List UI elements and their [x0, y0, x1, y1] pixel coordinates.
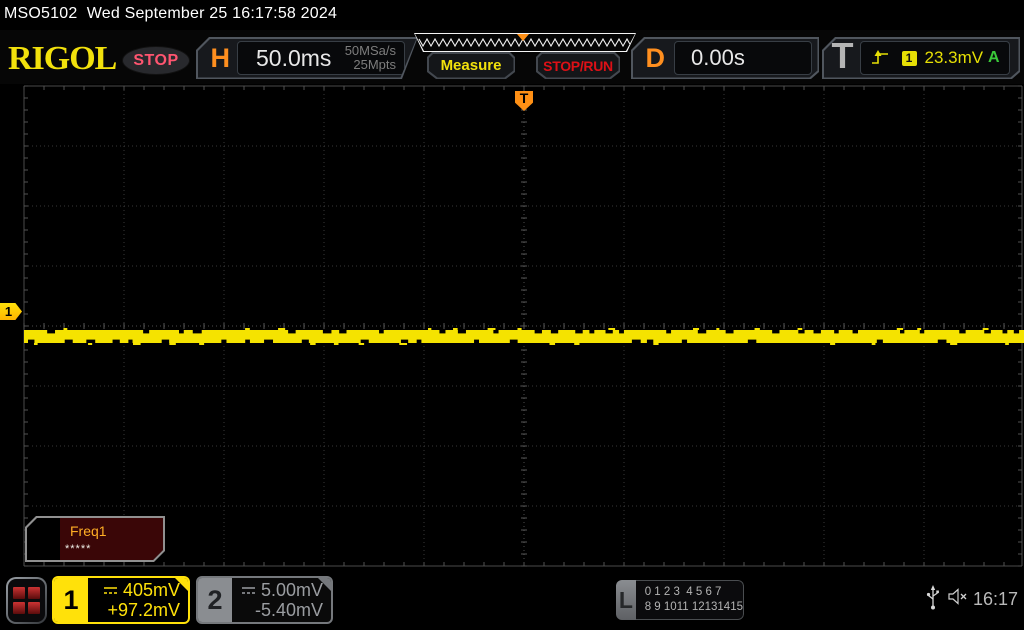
- acquisition-status-label: STOP: [133, 51, 179, 69]
- channel-1-badge[interactable]: 1: [54, 578, 88, 622]
- measurement-value: *****: [65, 543, 92, 555]
- waveform-preview-bar[interactable]: [414, 33, 636, 52]
- menu-button[interactable]: [6, 577, 47, 624]
- trigger-sweep-mode: A: [987, 49, 1000, 66]
- channel-2-scale: 5.00mV: [260, 580, 323, 600]
- timebase-value: 50.0ms: [256, 44, 332, 71]
- trigger-level-value: 23.3mV: [924, 48, 984, 67]
- measurement-name: Freq1: [70, 523, 107, 539]
- rigol-logo: RIGOL: [8, 40, 117, 77]
- waveform-display[interactable]: [0, 84, 1024, 570]
- delay-panel[interactable]: D 0.00s: [631, 37, 819, 79]
- acquisition-status-badge: STOP: [122, 46, 190, 75]
- stop-run-button-label: STOP/RUN: [543, 57, 613, 74]
- model-and-datetime: MSO5102 Wed September 25 16:17:58 2024: [4, 5, 338, 22]
- trigger-icon: T: [831, 35, 854, 76]
- channel-2-offset: -5.40mV: [254, 600, 323, 620]
- trigger-source-badge: 1: [902, 51, 917, 66]
- logic-channels-row1: 0 1 2 3 4 5 6 7: [644, 586, 722, 598]
- sample-rate: 50MSa/s: [344, 43, 396, 58]
- channel-1-corner-accent: [175, 578, 188, 591]
- preview-trigger-position-icon: [517, 34, 529, 41]
- grid-menu-icon: [13, 587, 40, 614]
- delay-box[interactable]: 0.00s: [674, 41, 812, 75]
- acquisition-info: 50MSa/s 25Mpts: [345, 44, 396, 72]
- usb-icon: [926, 585, 939, 610]
- delay-icon: D: [645, 42, 665, 73]
- measure-button[interactable]: Measure: [427, 52, 515, 79]
- logic-analyzer-status[interactable]: L 0 1 2 3 4 5 6 7 8 9 1011 12131415: [616, 580, 744, 620]
- measure-button-label: Measure: [440, 57, 502, 74]
- horizontal-panel[interactable]: H 50.0ms 50MSa/s 25Mpts: [196, 37, 418, 79]
- trigger-panel[interactable]: T 1 23.3mV A: [822, 37, 1020, 79]
- dc-coupling-icon: [103, 586, 117, 594]
- trigger-box[interactable]: 1 23.3mV A: [860, 41, 1010, 75]
- logic-channel-list: 0 1 2 3 4 5 6 7 8 9 1011 12131415: [635, 580, 744, 620]
- channel-1-offset: +97.2mV: [107, 600, 180, 620]
- rising-edge-trigger-icon: [871, 50, 889, 66]
- oscilloscope-screen: MSO5102 Wed September 25 16:17:58 2024 R…: [0, 0, 1024, 630]
- logic-channels-row2: 8 9 1011 12131415: [644, 601, 743, 613]
- dc-coupling-icon: [241, 586, 255, 594]
- channel-2-corner-accent: [318, 578, 331, 591]
- channel-2-status[interactable]: 2 5.00mV -5.40mV: [196, 576, 333, 624]
- clock: 16:17: [973, 589, 1019, 609]
- measurement-item[interactable]: Freq1 *****: [25, 516, 165, 562]
- memory-depth: 25Mpts: [353, 57, 396, 72]
- stop-run-button[interactable]: STOP/RUN: [536, 52, 620, 79]
- speaker-muted-icon: [948, 588, 967, 605]
- channel-1-scale: 405mV: [122, 580, 180, 600]
- logic-analyzer-badge[interactable]: L: [616, 580, 636, 620]
- delay-value: 0.00s: [691, 45, 745, 70]
- horizontal-icon: H: [210, 42, 230, 73]
- timebase-box[interactable]: 50.0ms 50MSa/s 25Mpts: [237, 41, 405, 75]
- channel-1-status[interactable]: 1 405mV +97.2mV: [52, 576, 190, 624]
- channel-2-badge[interactable]: 2: [198, 578, 232, 622]
